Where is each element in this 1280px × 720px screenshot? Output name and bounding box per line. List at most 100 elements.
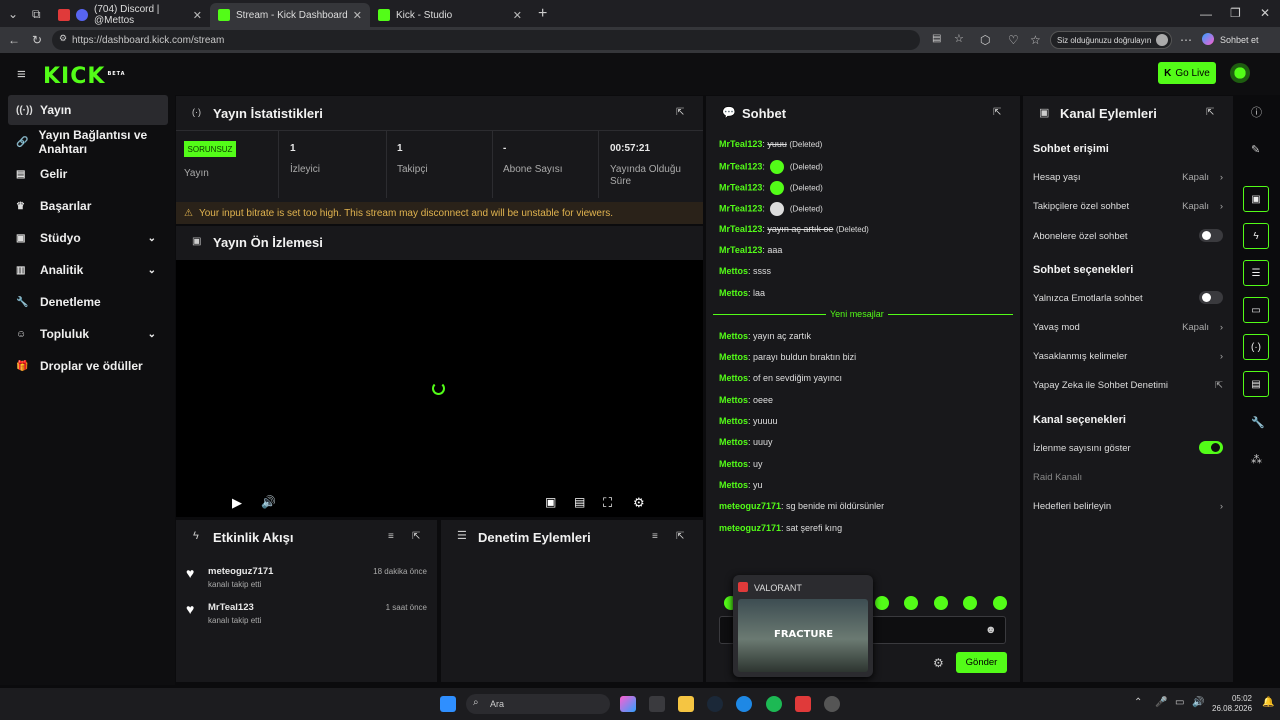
send-button[interactable]: Gönder [956,652,1007,673]
app-icon[interactable] [824,696,840,712]
rail-stats-button[interactable]: ▣ [1243,186,1269,212]
popout-icon[interactable]: ⇱ [993,108,1001,118]
sidebar-item-yayin[interactable]: ((·)) Yayın [8,95,168,125]
maximize-icon[interactable]: ❐ [1230,7,1241,19]
activity-user[interactable]: meteoguz7171 [208,566,273,577]
activity-user[interactable]: MrTeal123 [208,602,254,613]
youtube-favicon-icon [58,9,70,21]
fullscreen-icon[interactable]: ⛶ [603,496,612,509]
edge-icon[interactable] [736,696,752,712]
emote-icon[interactable] [875,596,889,610]
microphone-icon[interactable]: 🎤 [1155,698,1167,708]
raid-channel-row[interactable]: Raid Kanalı [1033,472,1223,483]
miniplayer-icon[interactable]: ▣ [545,496,556,508]
hamburger-menu-icon[interactable]: ≡ [17,67,26,82]
emote-icon[interactable] [934,596,948,610]
refresh-icon[interactable]: ↻ [32,34,42,46]
site-info-icon[interactable]: ⚙ [59,34,67,43]
kick-logo[interactable]: KICK BETA [43,64,126,89]
user-avatar[interactable] [1230,63,1250,83]
more-menu-icon[interactable]: ⋯ [1180,34,1192,46]
set-goals-row[interactable]: Hedefleri belirleyin › [1033,501,1223,512]
go-live-button[interactable]: K Go Live [1158,62,1216,84]
volume-icon[interactable]: 🔊 [1192,698,1204,708]
close-tab-icon[interactable]: ✕ [513,9,522,22]
rail-broadcast-button[interactable]: (·) [1243,334,1269,360]
valorant-taskbar-icon[interactable] [795,696,811,712]
back-icon[interactable]: ← [8,34,20,46]
chat-bubble-icon: ▭ [1251,304,1261,316]
emote-only-toggle[interactable] [1199,291,1223,304]
favorite-star-icon[interactable]: ☆ [954,34,964,45]
popout-icon[interactable]: ⇱ [676,108,684,118]
account-age-row[interactable]: Hesap yaşı Kapalı › [1033,172,1223,183]
tab-search-icon[interactable]: ⌄ [8,8,18,20]
chevron-up-icon[interactable]: ⌃ [1134,698,1142,708]
subs-only-toggle[interactable] [1199,229,1223,242]
sidebar-item-denetleme[interactable]: 🔧 Denetleme [8,287,168,317]
rail-channel-button[interactable]: ▤ [1243,371,1269,397]
windows-start-icon[interactable] [440,696,456,712]
emoji-picker-icon[interactable]: ☻ [985,625,997,636]
emote-icon[interactable] [904,596,918,610]
info-icon[interactable]: ⓘ [1251,108,1262,119]
filter-icon[interactable]: ≡ [388,532,394,542]
rail-activity-button[interactable]: ϟ [1243,223,1269,249]
show-viewers-toggle[interactable] [1199,441,1223,454]
spotify-icon[interactable] [766,696,782,712]
close-tab-icon[interactable]: ✕ [193,9,202,22]
verify-identity-button[interactable]: Siz olduğunuzu doğrulayın [1050,31,1172,49]
browser-essentials-icon[interactable]: ♡ [1008,34,1019,46]
volume-icon[interactable]: 🔊 [261,496,276,508]
ai-moderation-row[interactable]: Yapay Zeka ile Sohbet Denetimi ⇱ [1033,380,1223,391]
rail-chat-button[interactable]: ▭ [1243,297,1269,323]
network-icon[interactable]: ▭ [1175,698,1184,708]
sidebar-item-analitik[interactable]: ▥ Analitik ⌄ [8,255,168,285]
theater-mode-icon[interactable]: ▤ [574,496,585,508]
file-explorer-icon[interactable] [678,696,694,712]
share-icon[interactable]: ⁂ [1251,455,1262,466]
edit-pencil-icon[interactable]: ✎ [1251,145,1260,156]
url-field[interactable]: ⚙ https://dashboard.kick.com/stream ▤ ☆ [52,30,964,50]
wrench-icon[interactable]: 🔧 [1251,418,1265,429]
close-window-icon[interactable]: ✕ [1260,7,1270,19]
minimize-icon[interactable]: — [1200,8,1212,20]
sidebar-item-droplar[interactable]: 🎁 Droplar ve ödüller [8,351,168,381]
taskbar-search[interactable]: ⌕ Ara [466,694,610,714]
sidebar-item-stream-key[interactable]: 🔗 Yayın Bağlantısı ve Anahtarı [8,127,168,157]
followers-only-row[interactable]: Takipçilere özel sohbet Kapalı › [1033,201,1223,212]
taskbar-preview-popup[interactable]: VALORANT FRACTURE [733,575,873,677]
extensions-icon[interactable]: ⬡ [980,34,990,46]
settings-gear-icon[interactable]: ⚙ [633,496,645,509]
close-tab-icon[interactable]: ✕ [353,9,362,22]
store-icon[interactable] [649,696,665,712]
banned-words-row[interactable]: Yasaklanmış kelimeler › [1033,351,1223,362]
slow-mode-row[interactable]: Yavaş mod Kapalı › [1033,322,1223,333]
stream-preview-player[interactable]: ▶ 🔊 ▣ ▤ ⛶ ⚙ [176,260,703,517]
clock[interactable]: 05:02 26.08.2026 [1212,694,1252,714]
sidebar-item-topluluk[interactable]: ☺ Topluluk ⌄ [8,319,168,349]
chat-settings-gear-icon[interactable]: ⚙ [933,657,944,669]
notifications-icon[interactable]: 🔔 [1262,698,1274,708]
copilot-taskbar-icon[interactable] [620,696,636,712]
popout-icon[interactable]: ⇱ [412,532,420,542]
copilot-icon[interactable] [1202,33,1214,45]
copilot-label[interactable]: Sohbet et [1220,35,1259,45]
sidebar-item-gelir[interactable]: ▤ Gelir [8,159,168,189]
tab-kick-studio[interactable]: Kick - Studio ✕ [370,3,530,27]
emote-icon[interactable] [993,596,1007,610]
tab-discord[interactable]: (704) Discord | @Mettos ✕ [50,3,210,27]
reader-icon[interactable]: ▤ [932,34,941,44]
play-icon[interactable]: ▶ [232,496,242,509]
favorites-icon[interactable]: ☆ [1030,34,1041,46]
filter-icon[interactable]: ≡ [652,532,658,542]
popout-icon[interactable]: ⇱ [676,532,684,542]
rail-moderation-button[interactable]: ☰ [1243,260,1269,286]
steam-icon[interactable] [707,696,723,712]
popout-icon[interactable]: ⇱ [1206,108,1214,118]
sidebar-item-basarilar[interactable]: ♛ Başarılar [8,191,168,221]
sidebar-item-studyo[interactable]: ▣ Stüdyo ⌄ [8,223,168,253]
tab-kick-dashboard[interactable]: Stream - Kick Dashboard ✕ [210,3,370,27]
emote-icon[interactable] [963,596,977,610]
workspaces-icon[interactable]: ⧉ [32,8,41,20]
